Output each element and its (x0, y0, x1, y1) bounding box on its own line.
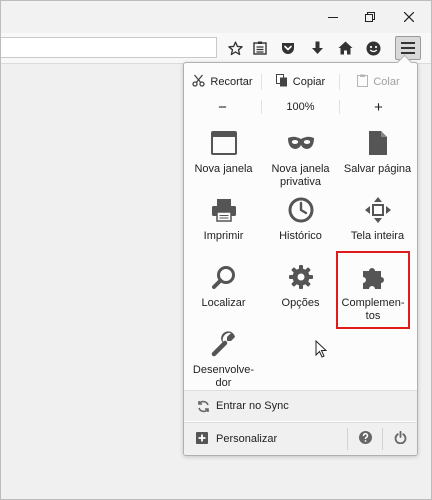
find-label: Localizar (201, 297, 246, 309)
sync-label: Entrar no Sync (216, 400, 289, 412)
addons-button[interactable]: Complemen- tos (336, 251, 410, 329)
window-icon (210, 129, 238, 157)
pocket-icon[interactable] (276, 37, 300, 59)
customize-button[interactable]: Personalizar (184, 432, 347, 446)
zoom-controls: − 100% + (184, 97, 417, 117)
sync-icon (196, 399, 210, 413)
developer-label: Desenvolve- dor (192, 364, 255, 389)
developer-button[interactable]: Desenvolve- dor (185, 324, 262, 394)
minimize-icon[interactable] (319, 5, 347, 29)
find-button[interactable]: Localizar (185, 257, 262, 323)
reading-list-icon[interactable] (248, 37, 272, 59)
paste-button[interactable]: Colar (340, 71, 417, 93)
quit-button[interactable] (383, 423, 417, 455)
paste-label: Colar (373, 76, 400, 88)
mask-icon (287, 129, 315, 157)
print-label: Imprimir (203, 230, 244, 242)
menu-footer: Personalizar (184, 423, 417, 455)
edit-controls: Recortar Copiar Colar (184, 71, 417, 93)
hamburger-menu-icon[interactable] (395, 36, 421, 60)
zoom-in-button[interactable]: + (340, 97, 417, 117)
history-button[interactable]: Histórico (262, 190, 339, 256)
help-icon (358, 431, 372, 447)
clock-icon (287, 196, 315, 224)
private-window-label: Nova janela privativa (271, 163, 330, 188)
home-icon[interactable] (333, 37, 357, 59)
cut-button[interactable]: Recortar (184, 71, 261, 93)
fullscreen-label: Tela inteira (350, 230, 405, 242)
power-icon (394, 430, 407, 447)
printer-icon (210, 196, 238, 224)
url-bar[interactable] (1, 37, 217, 58)
title-bar (1, 1, 431, 33)
save-page-label: Salvar página (343, 163, 412, 175)
page-icon (364, 129, 392, 157)
print-button[interactable]: Imprimir (185, 190, 262, 256)
options-button[interactable]: Opções (262, 257, 339, 323)
close-icon[interactable] (395, 5, 423, 29)
download-icon[interactable] (305, 37, 329, 59)
addons-label: Complemen- tos (341, 297, 405, 322)
cut-label: Recortar (210, 76, 253, 88)
fullscreen-button[interactable]: Tela inteira (339, 190, 416, 256)
puzzle-icon (359, 263, 387, 291)
plus-box-icon (196, 432, 210, 446)
zoom-reset-button[interactable]: 100% (262, 97, 339, 117)
copy-label: Copiar (292, 76, 326, 88)
wrench-icon (210, 330, 238, 358)
mouse-cursor (315, 339, 328, 361)
private-window-button[interactable]: Nova janela privativa (262, 123, 339, 189)
zoom-out-button[interactable]: − (184, 97, 261, 117)
star-icon[interactable] (223, 37, 247, 59)
restore-icon[interactable] (356, 5, 384, 29)
help-button[interactable] (348, 423, 382, 455)
scissors-icon (192, 74, 206, 90)
gear-icon (287, 263, 315, 291)
clipboard-icon (357, 74, 369, 90)
new-window-button[interactable]: Nova janela (185, 123, 262, 189)
history-label: Histórico (279, 230, 322, 242)
customize-label: Personalizar (216, 433, 278, 445)
main-menu-panel: Recortar Copiar Colar − 100% + Nova jane… (183, 62, 418, 456)
copy-button[interactable]: Copiar (262, 71, 339, 93)
new-window-label: Nova janela (194, 163, 253, 175)
options-label: Opções (281, 297, 320, 309)
fullscreen-icon (364, 196, 392, 224)
save-page-button[interactable]: Salvar página (339, 123, 416, 189)
magnifier-icon (210, 263, 238, 291)
hello-icon[interactable] (361, 37, 385, 59)
navigation-toolbar (1, 33, 431, 64)
copy-icon (275, 74, 288, 90)
sync-button[interactable]: Entrar no Sync (184, 391, 417, 421)
